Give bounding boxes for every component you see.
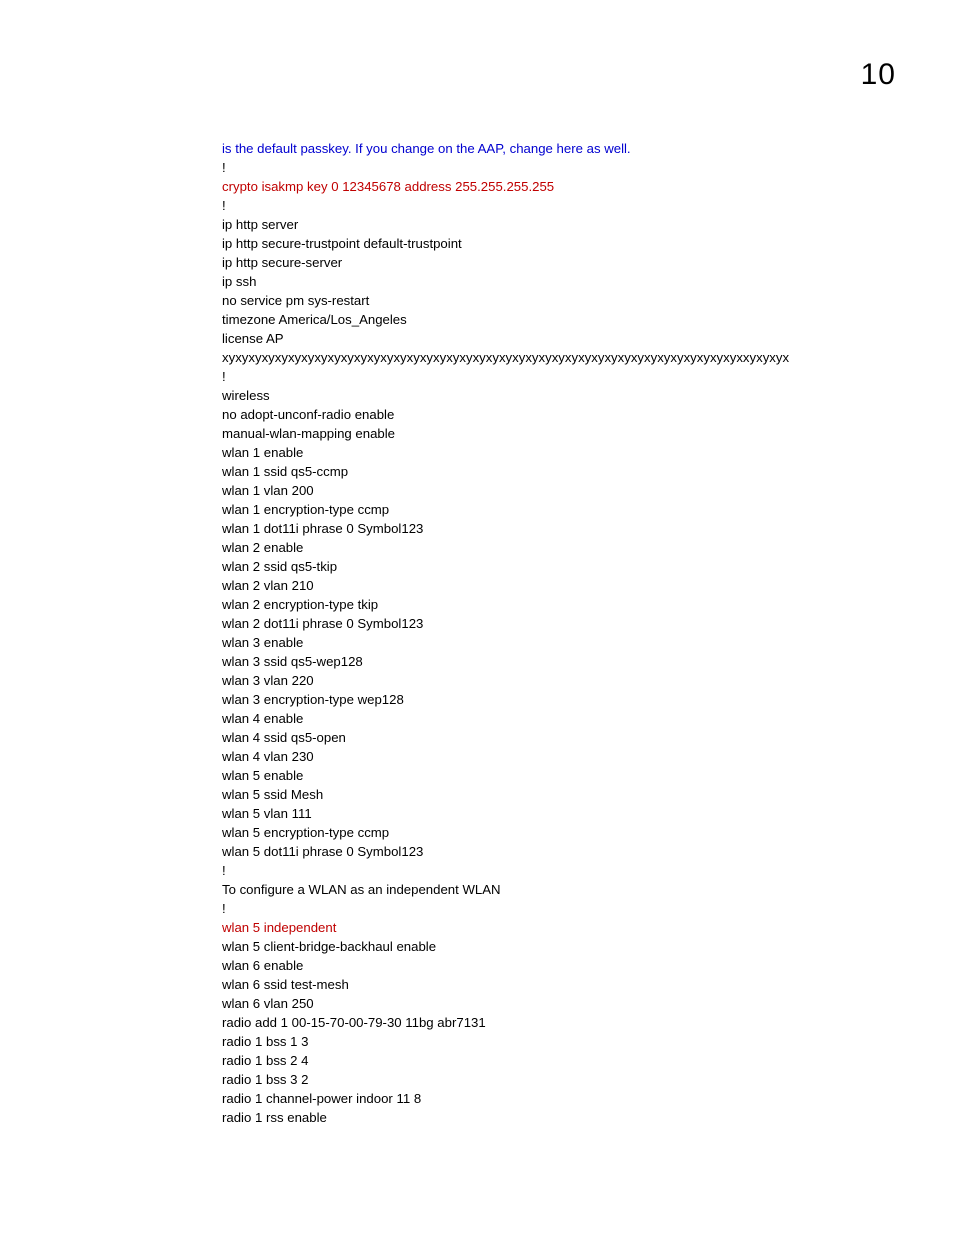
config-line: wlan 5 encryption-type ccmp: [222, 823, 912, 842]
config-line: timezone America/Los_Angeles: [222, 310, 912, 329]
config-body: is the default passkey. If you change on…: [222, 139, 912, 1127]
config-line: radio 1 bss 2 4: [222, 1051, 912, 1070]
config-line: wlan 4 enable: [222, 709, 912, 728]
config-line: wlan 4 vlan 230: [222, 747, 912, 766]
config-line: wlan 1 enable: [222, 443, 912, 462]
config-line: ip http server: [222, 215, 912, 234]
config-line: wlan 1 dot11i phrase 0 Symbol123: [222, 519, 912, 538]
config-line: crypto isakmp key 0 12345678 address 255…: [222, 177, 912, 196]
config-line: wlan 2 dot11i phrase 0 Symbol123: [222, 614, 912, 633]
config-line: wlan 6 vlan 250: [222, 994, 912, 1013]
config-line: wlan 3 vlan 220: [222, 671, 912, 690]
config-line: license AP: [222, 329, 912, 348]
config-line: wlan 4 ssid qs5-open: [222, 728, 912, 747]
config-line: !: [222, 196, 912, 215]
config-line: wlan 6 enable: [222, 956, 912, 975]
page-number: 10: [861, 58, 896, 92]
config-line: wlan 2 vlan 210: [222, 576, 912, 595]
config-line: wlan 5 independent: [222, 918, 912, 937]
config-line: wlan 5 vlan 111: [222, 804, 912, 823]
config-line: !: [222, 899, 912, 918]
config-line: radio add 1 00-15-70-00-79-30 11bg abr71…: [222, 1013, 912, 1032]
config-line: radio 1 channel-power indoor 11 8: [222, 1089, 912, 1108]
config-line: wlan 2 ssid qs5-tkip: [222, 557, 912, 576]
config-line: wlan 3 encryption-type wep128: [222, 690, 912, 709]
config-line: wlan 5 enable: [222, 766, 912, 785]
config-line: wlan 1 encryption-type ccmp: [222, 500, 912, 519]
config-line: wlan 3 enable: [222, 633, 912, 652]
config-line: !: [222, 367, 912, 386]
config-line: radio 1 bss 1 3: [222, 1032, 912, 1051]
config-line: wlan 5 ssid Mesh: [222, 785, 912, 804]
config-line: wlan 1 ssid qs5-ccmp: [222, 462, 912, 481]
config-line: no adopt-unconf-radio enable: [222, 405, 912, 424]
config-line: ip http secure-trustpoint default-trustp…: [222, 234, 912, 253]
config-line: wlan 2 enable: [222, 538, 912, 557]
config-line: !: [222, 861, 912, 880]
config-line: no service pm sys-restart: [222, 291, 912, 310]
config-line: radio 1 rss enable: [222, 1108, 912, 1127]
config-line: is the default passkey. If you change on…: [222, 139, 912, 158]
config-line: !: [222, 158, 912, 177]
config-line: xyxyxyxyxyxyxyxyxyxyxyxyxyxyxyxyxyxyxyxy…: [222, 348, 912, 367]
config-line: wlan 6 ssid test-mesh: [222, 975, 912, 994]
config-line: wlan 3 ssid qs5-wep128: [222, 652, 912, 671]
config-line: wlan 1 vlan 200: [222, 481, 912, 500]
config-line: wlan 5 dot11i phrase 0 Symbol123: [222, 842, 912, 861]
config-line: wireless: [222, 386, 912, 405]
config-line: manual-wlan-mapping enable: [222, 424, 912, 443]
config-line: radio 1 bss 3 2: [222, 1070, 912, 1089]
config-line: wlan 2 encryption-type tkip: [222, 595, 912, 614]
config-line: To configure a WLAN as an independent WL…: [222, 880, 912, 899]
config-line: ip http secure-server: [222, 253, 912, 272]
config-line: ip ssh: [222, 272, 912, 291]
config-line: wlan 5 client-bridge-backhaul enable: [222, 937, 912, 956]
